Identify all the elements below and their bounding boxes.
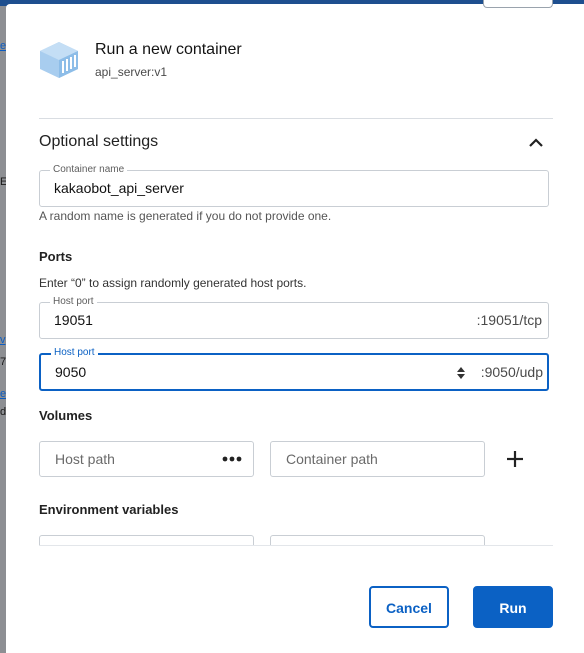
host-path-placeholder: Host path: [55, 451, 115, 467]
container-name-label: Container name: [50, 164, 128, 176]
more-dots-icon[interactable]: [221, 452, 243, 466]
image-name: api_server:v1: [95, 65, 168, 79]
container-cube-icon: [40, 42, 78, 78]
host-port-label: Host port: [50, 296, 97, 308]
host-path-field[interactable]: Host path: [39, 441, 254, 477]
run-container-dialog: Run a new container api_server:v1 Option…: [6, 0, 584, 653]
ports-hint: Enter “0” to assign randomly generated h…: [39, 276, 307, 290]
container-path-field[interactable]: Container path: [270, 441, 485, 477]
header-divider: [39, 118, 553, 119]
chevron-up-icon[interactable]: [525, 135, 547, 151]
background-window-button: [483, 0, 553, 8]
plus-icon[interactable]: [504, 448, 526, 470]
host-port-label: Host port: [51, 347, 98, 359]
run-button[interactable]: Run: [473, 586, 553, 628]
optional-settings-title: Optional settings: [39, 133, 159, 150]
scroll-region-edge: [6, 546, 584, 586]
number-stepper-icon[interactable]: [455, 365, 467, 381]
container-path-placeholder: Container path: [286, 451, 378, 467]
scroll-boundary: [39, 545, 553, 546]
container-port-udp: :9050/udp: [480, 364, 543, 380]
volumes-heading: Volumes: [39, 408, 93, 423]
container-name-field[interactable]: Container name kakaobot_api_server: [39, 164, 549, 207]
dialog-title: Run a new container: [95, 41, 242, 58]
container-port-tcp: :19051/tcp: [476, 312, 542, 328]
container-name-helper: A random name is generated if you do not…: [39, 209, 332, 223]
host-port-udp-field[interactable]: Host port 9050 :9050/udp: [39, 347, 549, 391]
cancel-button[interactable]: Cancel: [369, 586, 449, 628]
environment-variables-heading: Environment variables: [39, 502, 179, 517]
host-port-tcp-field[interactable]: Host port 19051 :19051/tcp: [39, 296, 549, 339]
container-name-value: kakaobot_api_server: [54, 180, 184, 196]
host-port-value: 19051: [54, 312, 93, 328]
host-port-value: 9050: [55, 364, 87, 380]
ports-heading: Ports: [39, 249, 73, 264]
